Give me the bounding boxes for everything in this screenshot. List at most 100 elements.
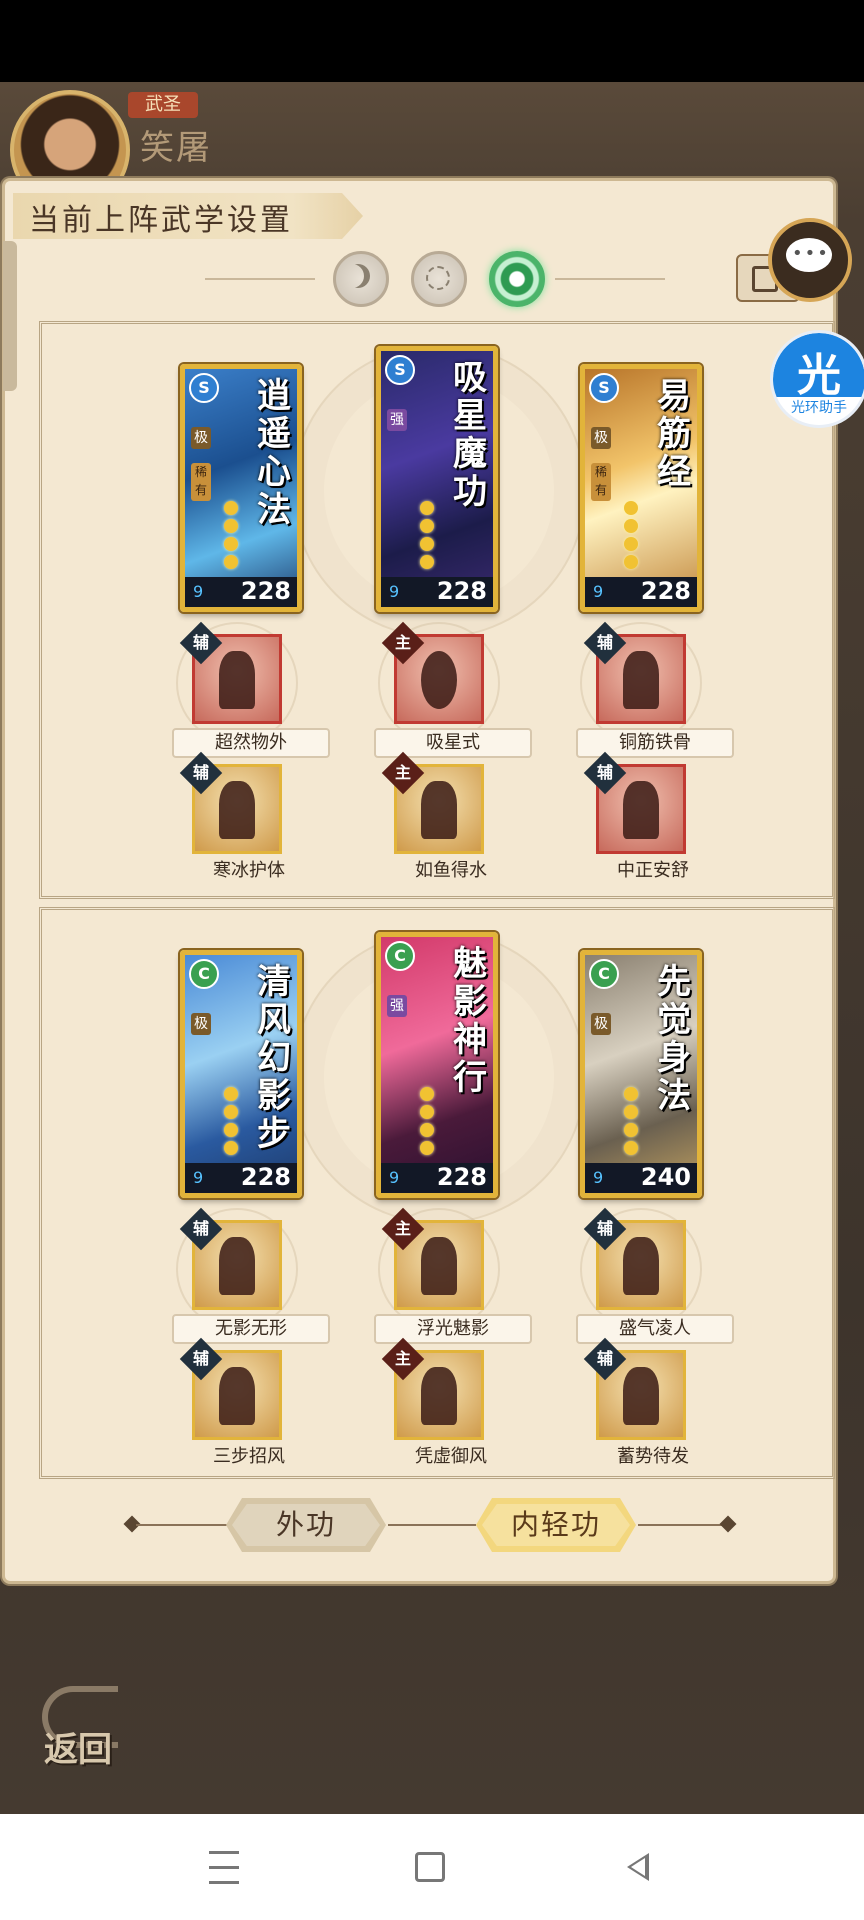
skill-xixing[interactable]: 主 xyxy=(378,621,500,744)
tab-line-middle xyxy=(388,1524,476,1526)
role-tag: 主 xyxy=(394,763,411,782)
helper-label: 光环助手 xyxy=(791,400,847,416)
card-name: 先觉身法 xyxy=(657,962,691,1116)
skill-fuguang[interactable]: 主 xyxy=(378,1207,500,1330)
back-button[interactable]: 返回 xyxy=(36,1680,124,1770)
role-tag: 主 xyxy=(394,1219,411,1238)
card-neigong-1[interactable]: S 极 稀有 逍遥心法 9 228 xyxy=(180,364,302,612)
card-level: 228 xyxy=(436,1163,487,1191)
skill-zhongzheng[interactable]: 辅 xyxy=(583,751,686,854)
card-level: 228 xyxy=(640,577,691,605)
role-tag: 辅 xyxy=(596,1219,613,1238)
skill-shengqi[interactable]: 辅 xyxy=(580,1207,702,1330)
element-badge: C xyxy=(385,941,415,971)
skill-label: 盛气凌人 xyxy=(576,1314,734,1344)
player-header: 武圣 笑屠 xyxy=(10,90,430,210)
tab-line-left xyxy=(136,1524,236,1526)
skill-hanbing[interactable]: 辅 xyxy=(179,751,282,854)
card-name: 逍遥心法 xyxy=(257,376,291,530)
mode-moon-button[interactable] xyxy=(333,251,389,307)
qinggong-group: C 极 清风幻影步 9 228 C 强 魅影神行 9 228 C 极 先觉身法 … xyxy=(39,907,835,1479)
skill-tongjin[interactable]: 辅 xyxy=(580,621,702,744)
rarity-tag: 稀有 xyxy=(191,463,211,501)
martial-arts-panel: 当前上阵武学设置 S 极 稀有 逍遥心法 9 228 S 强 吸星魔功 9 22… xyxy=(2,178,836,1584)
skill-chaoran[interactable]: 辅 xyxy=(176,621,298,744)
star-pips xyxy=(621,497,641,573)
drop-icon: 9 xyxy=(389,582,400,601)
skill-sanbu[interactable]: 辅 xyxy=(179,1337,282,1440)
drop-icon: 9 xyxy=(193,1168,204,1187)
element-badge: S xyxy=(589,373,619,403)
mode-sun-button[interactable] xyxy=(411,251,467,307)
back-label: 返回 xyxy=(44,1730,112,1770)
drop-icon: 9 xyxy=(593,582,604,601)
role-tag: 辅 xyxy=(596,1349,613,1368)
role-tag: 辅 xyxy=(596,763,613,782)
card-neigong-3[interactable]: S 极 稀有 易筋经 9 228 xyxy=(580,364,702,612)
drop-icon: 9 xyxy=(593,1168,604,1187)
element-badge: C xyxy=(589,959,619,989)
card-name: 清风幻影步 xyxy=(257,962,291,1154)
skill-label: 蓄势待发 xyxy=(617,1446,689,1467)
star-pips xyxy=(221,1083,241,1159)
role-tag: 辅 xyxy=(596,633,613,652)
skill-ruyu[interactable]: 主 xyxy=(381,751,484,854)
panel-title: 当前上阵武学设置 xyxy=(29,203,293,238)
rank-badge-card: 极 xyxy=(591,1013,611,1035)
skill-pingxu[interactable]: 主 xyxy=(381,1337,484,1440)
card-qinggong-2[interactable]: C 强 魅影神行 9 228 xyxy=(376,932,498,1198)
skill-wuying[interactable]: 辅 xyxy=(176,1207,298,1330)
element-badge: S xyxy=(189,373,219,403)
skill-label: 浮光魅影 xyxy=(374,1314,532,1344)
home-button[interactable] xyxy=(400,1844,460,1890)
role-tag: 辅 xyxy=(192,763,209,782)
helper-mark: 光 xyxy=(797,350,841,401)
skill-label: 三步招风 xyxy=(213,1446,285,1467)
tab-line-right xyxy=(638,1524,726,1526)
mode-jade-button[interactable] xyxy=(489,251,545,307)
mode-selector xyxy=(205,251,665,311)
back-nav-button[interactable] xyxy=(608,1844,668,1890)
sun-icon xyxy=(426,266,450,290)
card-qinggong-3[interactable]: C 极 先觉身法 9 240 xyxy=(580,950,702,1198)
moon-icon xyxy=(346,264,370,288)
skill-label: 铜筋铁骨 xyxy=(576,728,734,758)
rank-badge-card: 强 xyxy=(387,995,407,1017)
player-name: 笑屠 xyxy=(140,128,212,168)
chat-dots-icon: ••• xyxy=(792,243,830,264)
element-badge: S xyxy=(385,355,415,385)
card-name: 吸星魔功 xyxy=(453,358,487,512)
role-tag: 主 xyxy=(394,633,411,652)
tab-diamond-right xyxy=(719,1515,737,1533)
skill-xushi[interactable]: 辅 xyxy=(583,1337,686,1440)
skill-label: 吸星式 xyxy=(374,728,532,758)
chat-button[interactable]: ••• xyxy=(768,218,852,302)
role-tag: 辅 xyxy=(192,1219,209,1238)
tab-neiqinggong[interactable]: 内轻功 xyxy=(476,1498,636,1552)
role-tag: 辅 xyxy=(192,1349,209,1368)
tab-bar: 外功 内轻功 xyxy=(123,1496,737,1556)
card-neigong-2[interactable]: S 强 吸星魔功 9 228 xyxy=(376,346,498,612)
tab-waigong[interactable]: 外功 xyxy=(226,1498,386,1552)
side-scroll-tab[interactable] xyxy=(3,241,17,391)
rank-badge-card: 极 xyxy=(591,427,611,449)
rank-badge: 武圣 xyxy=(128,92,198,118)
card-qinggong-1[interactable]: C 极 清风幻影步 9 228 xyxy=(180,950,302,1198)
mode-divider-left xyxy=(205,278,315,280)
rank-badge-card: 极 xyxy=(191,1013,211,1035)
tab-label: 外功 xyxy=(275,1508,336,1541)
element-badge: C xyxy=(189,959,219,989)
menu-icon[interactable] xyxy=(194,1844,254,1890)
star-pips xyxy=(621,1083,641,1159)
helper-assistant-button[interactable]: 光 光环助手 xyxy=(770,330,864,428)
neigong-group: S 极 稀有 逍遥心法 9 228 S 强 吸星魔功 9 228 S 极 稀有 … xyxy=(39,321,835,899)
star-pips xyxy=(417,497,437,573)
star-pips xyxy=(417,1083,437,1159)
card-level: 228 xyxy=(240,577,291,605)
rank-badge-card: 极 xyxy=(191,427,211,449)
card-name: 易筋经 xyxy=(657,376,691,492)
card-name: 魅影神行 xyxy=(453,944,487,1098)
card-level: 240 xyxy=(640,1163,691,1191)
skill-label: 寒冰护体 xyxy=(213,860,285,881)
home-icon xyxy=(415,1852,445,1882)
